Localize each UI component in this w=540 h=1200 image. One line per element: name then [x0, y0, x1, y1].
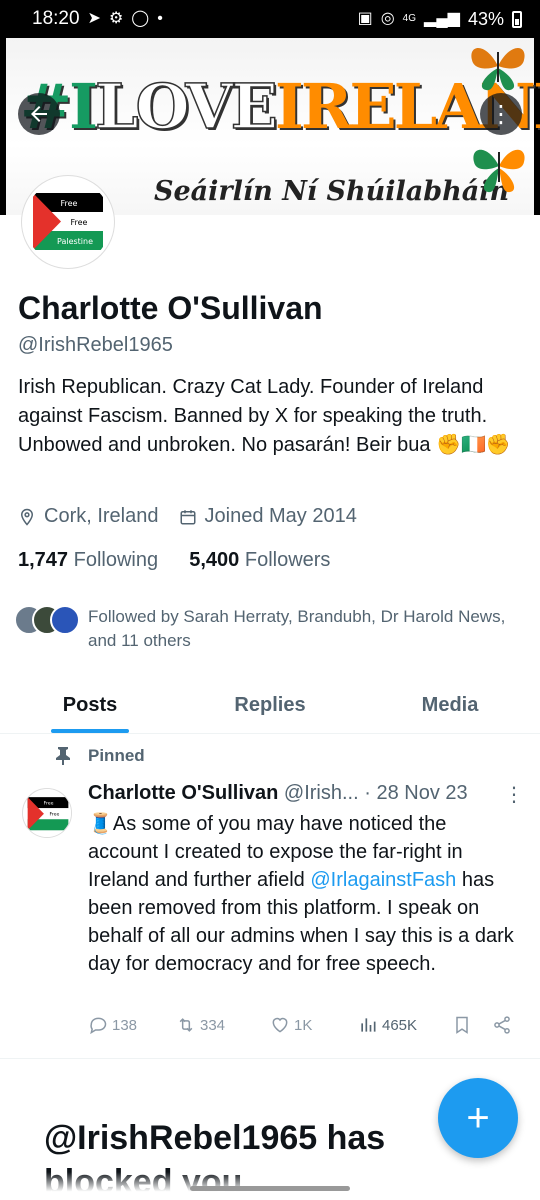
share-button[interactable] [492, 1015, 512, 1035]
calendar-icon [180, 509, 195, 524]
followed-by-avatars [14, 605, 80, 637]
reply-icon [90, 1017, 107, 1035]
tweet-text: 🧵As some of you may have noticed the acc… [88, 810, 518, 978]
profile-meta: Cork, Ireland Joined May 2014 [18, 505, 357, 528]
views-icon [361, 1018, 376, 1032]
repost-button[interactable]: 334 [176, 1015, 270, 1035]
like-button[interactable]: 1K [270, 1015, 358, 1035]
free-palestine-flag-icon: Free Free [23, 789, 71, 837]
following-label: Following [73, 549, 159, 571]
banner-hashtag: #ILOVEIRELAND [20, 75, 540, 139]
avatar [50, 605, 80, 635]
butterfly-bottom-icon [473, 149, 525, 193]
banner-subtitle: Seáirlín Ní Shúilabháin [154, 176, 510, 207]
butterfly-top-icon [471, 47, 525, 91]
settings-icon: ⚙ [108, 10, 124, 27]
tab-posts[interactable]: Posts [0, 678, 180, 733]
followed-by-text: Followed by Sarah Herraty, Brandubh, Dr … [88, 607, 506, 650]
share-icon [494, 1016, 510, 1034]
profile-joined: Joined May 2014 [204, 505, 357, 527]
location-icon [20, 508, 34, 526]
profile-handle: @IrishRebel1965 [18, 334, 173, 356]
followers-label: Followers [244, 549, 331, 571]
free-palestine-flag-icon: Free Free Palestine [25, 179, 111, 265]
profile-bio: Irish Republican. Crazy Cat Lady. Founde… [18, 376, 511, 456]
telegram-icon: ➤ [87, 10, 101, 27]
pin-icon [56, 747, 70, 765]
tweet-header: Charlotte O'Sullivan @Irish... · 28 Nov … [88, 782, 468, 805]
follow-stats: 1,747 Following 5,400 Followers [18, 549, 330, 572]
pinned-indicator: Pinned [56, 746, 145, 766]
battery-percent: 43% [467, 8, 504, 29]
mention-link[interactable]: @IrlagainstFash [310, 869, 456, 891]
back-button[interactable] [18, 93, 60, 135]
tweet-handle[interactable]: @Irish... [284, 782, 359, 804]
tweet-date[interactable]: · 28 Nov 23 [364, 782, 467, 804]
svg-text:Free: Free [44, 801, 54, 807]
repost-icon [179, 1018, 193, 1032]
svg-text:Palestine: Palestine [57, 237, 93, 246]
following-link[interactable]: 1,747 Following [18, 549, 158, 571]
hotspot-icon: ◎ [380, 10, 395, 27]
svg-text:Free: Free [71, 218, 88, 227]
more-options-button[interactable]: ⋮ [480, 93, 522, 135]
status-time: 18:20 [32, 8, 80, 29]
profile-name: Charlotte O'Sullivan [18, 290, 323, 326]
repost-count: 334 [200, 1016, 226, 1034]
tweet-author[interactable]: Charlotte O'Sullivan [88, 782, 278, 804]
views-count: 465K [382, 1016, 418, 1034]
tab-media[interactable]: Media [360, 678, 540, 733]
reply-count: 138 [112, 1016, 138, 1034]
followed-by[interactable]: Followed by Sarah Herraty, Brandubh, Dr … [14, 605, 508, 653]
network-type: 4G [402, 13, 417, 24]
banner-hashtag-white: LOVE [94, 70, 278, 143]
vertical-dots-icon: ⋮ [489, 100, 513, 128]
divider [0, 1058, 540, 1059]
notification-dot-icon: • [157, 10, 163, 27]
nfc-icon: ▣ [357, 10, 373, 27]
like-count: 1K [294, 1016, 313, 1034]
followers-count: 5,400 [189, 549, 240, 571]
views-button[interactable]: 465K [358, 1015, 452, 1035]
bookmark-button[interactable] [452, 1015, 492, 1035]
tweet-avatar[interactable]: Free Free [22, 788, 72, 838]
home-indicator[interactable] [190, 1186, 350, 1191]
back-arrow-icon [31, 106, 47, 122]
battery-icon [512, 10, 522, 28]
reply-button[interactable]: 138 [88, 1015, 176, 1035]
pinned-label: Pinned [88, 746, 145, 765]
heart-icon [272, 1017, 288, 1033]
plus-icon: + [466, 1095, 490, 1140]
svg-text:Free: Free [61, 199, 78, 208]
tweet-more-button[interactable]: ⋮ [504, 782, 524, 807]
svg-text:Free: Free [49, 812, 59, 818]
status-bar: 18:20 ➤ ⚙ ◯ • ▣ ◎ 4G ▂▄▆ 43% [0, 0, 540, 38]
compose-button[interactable]: + [438, 1078, 518, 1158]
bookmark-icon [456, 1016, 468, 1034]
tweet-actions: 138 334 1K 465K [88, 1015, 528, 1035]
profile-avatar[interactable]: Free Free Palestine [22, 176, 114, 268]
following-count: 1,747 [18, 549, 69, 571]
profile-tabs: Posts Replies Media [0, 678, 540, 734]
signal-icon: ▂▄▆ [424, 10, 460, 27]
whatsapp-icon: ◯ [131, 10, 150, 27]
followers-link[interactable]: 5,400 Followers [189, 549, 330, 571]
tab-replies[interactable]: Replies [180, 678, 360, 733]
profile-location: Cork, Ireland [44, 505, 159, 527]
